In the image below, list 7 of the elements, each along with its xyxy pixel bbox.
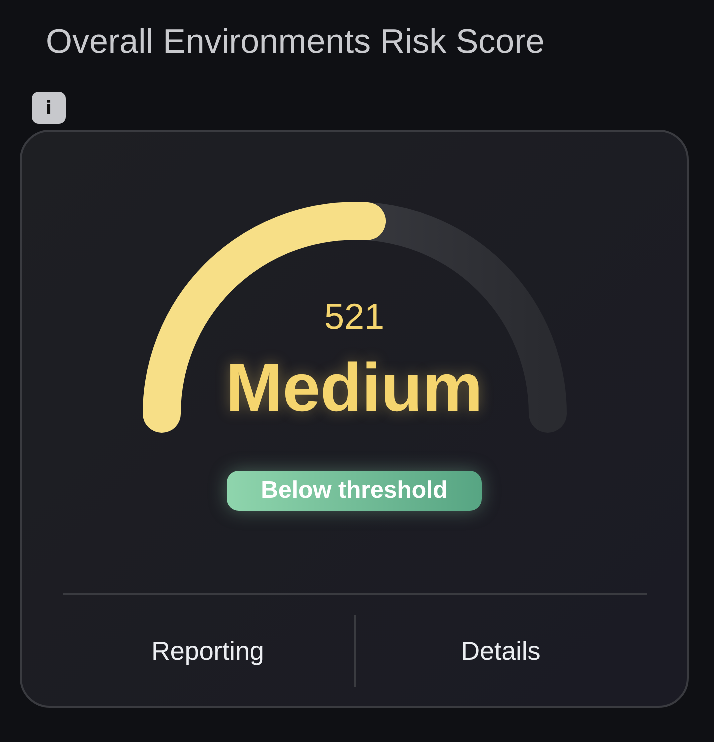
page-title: Overall Environments Risk Score: [45, 22, 546, 63]
action-button[interactable]: Details: [451, 630, 551, 672]
score-value: 521: [324, 296, 385, 338]
info-icon[interactable]: i: [32, 92, 66, 124]
action-button[interactable]: Reporting: [142, 630, 274, 672]
risk-rating: Medium: [226, 350, 483, 426]
status-badge: Below threshold: [227, 471, 482, 511]
